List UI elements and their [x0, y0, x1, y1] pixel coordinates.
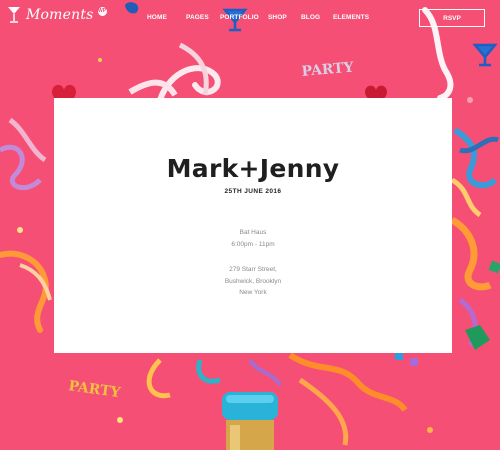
address-line: 279 Starr Street,	[229, 266, 277, 273]
nav-item-shop[interactable]: SHOP	[268, 14, 301, 21]
address-line: Bushwick, Brooklyn	[224, 278, 282, 285]
champagne-glass-icon	[8, 7, 20, 23]
nav-item-portfolio[interactable]: PORTFOLIO	[220, 14, 268, 21]
nav-item-pages[interactable]: PAGES	[186, 14, 220, 21]
site-header: Moments WP HOME PAGES PORTFOLIO SHOP BLO…	[0, 0, 500, 36]
nav-item-home[interactable]: HOME	[147, 14, 186, 21]
nav-item-elements[interactable]: ELEMENTS	[333, 14, 378, 21]
rsvp-button[interactable]: RSVP	[419, 9, 485, 27]
main-nav: HOME PAGES PORTFOLIO SHOP BLOG ELEMENTS	[147, 14, 378, 21]
address-line: New York	[239, 289, 267, 296]
nav-item-blog[interactable]: BLOG	[301, 14, 333, 21]
event-time: 6:00pm - 11pm	[231, 241, 275, 248]
logo-text: Moments	[26, 7, 94, 23]
logo-badge: WP	[97, 6, 107, 16]
invitation-card: Mark+Jenny 25TH JUNE 2016 Bat Haus 6:00p…	[54, 98, 452, 353]
venue-name: Bat Haus	[239, 229, 267, 236]
logo[interactable]: Moments WP	[6, 6, 107, 24]
event-date: 25TH JUNE 2016	[224, 188, 282, 195]
couple-names: Mark+Jenny	[166, 154, 340, 183]
